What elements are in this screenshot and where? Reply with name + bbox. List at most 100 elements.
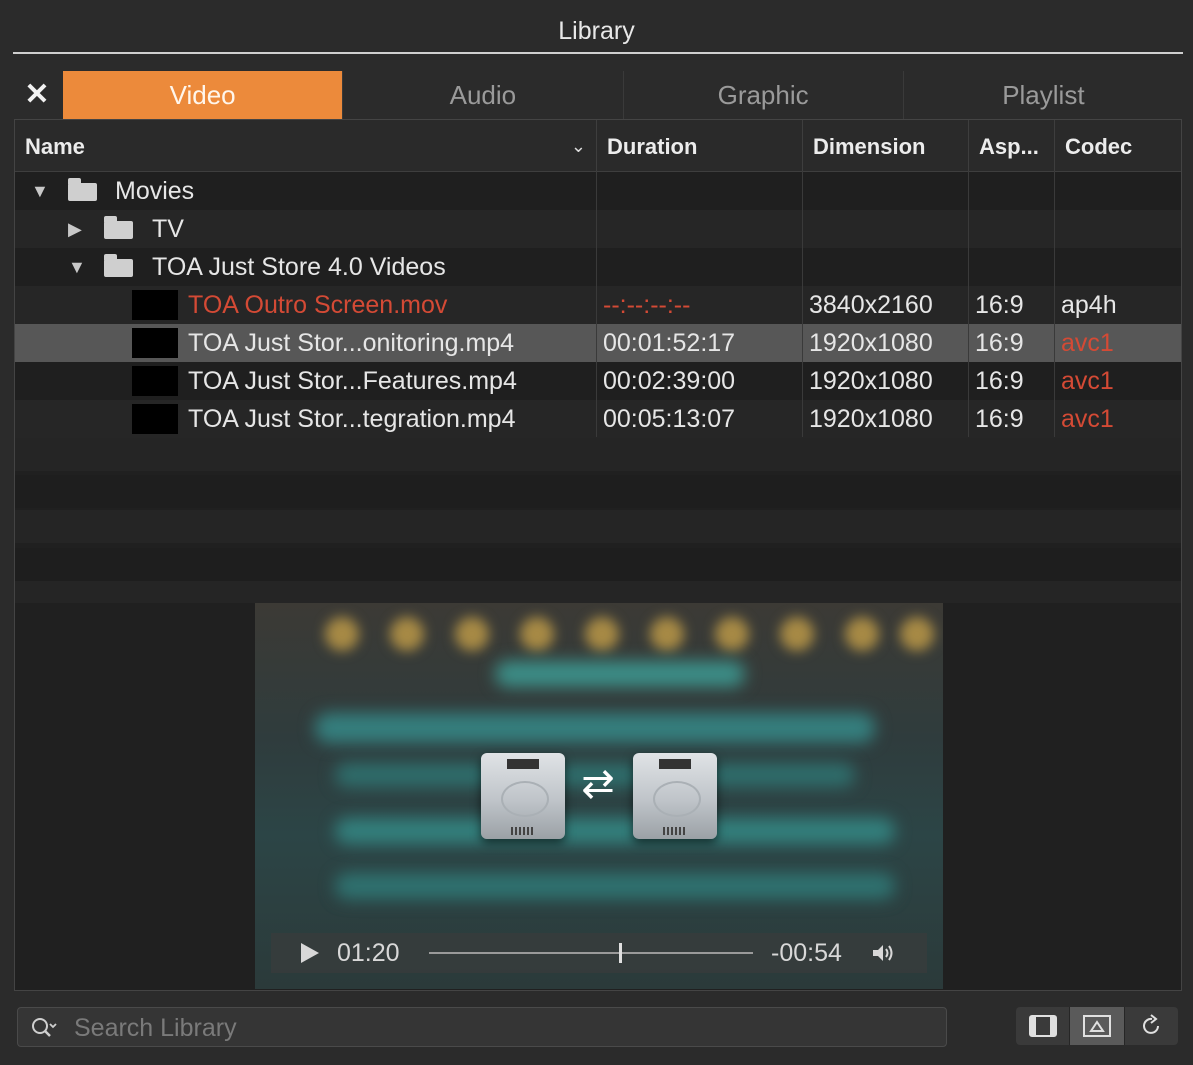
tab-graphic[interactable]: Graphic [622,71,903,119]
file-duration: 00:01:52:17 [603,329,736,357]
file-dimension: 1920x1080 [809,367,933,395]
empty-row [15,548,1181,581]
tree-row-tv[interactable]: ▶ TV [15,210,1181,248]
preview-view-button[interactable] [1069,1007,1124,1045]
disclosure-expanded-icon[interactable]: ▼ [68,248,86,286]
column-header-dimension[interactable]: Dimension [803,120,969,171]
refresh-button[interactable] [1123,1007,1178,1045]
preview-blur [650,617,684,651]
table-header: Name ⌄ Duration Dimension Asp... Codec [15,120,1181,172]
file-aspect: 16:9 [975,291,1024,319]
empty-row [15,510,1181,543]
volume-icon[interactable] [871,943,895,963]
folder-icon [104,254,133,277]
folder-label: TOA Just Store 4.0 Videos [152,253,446,281]
preview-blur [325,617,359,651]
folder-label: TV [152,215,184,243]
preview-blur [455,617,489,651]
folder-label: Movies [115,177,195,205]
chevron-down-icon[interactable]: ⌄ [571,120,586,173]
preview-blur [495,661,745,687]
preview-blur [335,873,895,899]
video-thumbnail [132,290,178,320]
search-input[interactable] [72,1008,936,1048]
empty-row [15,581,1181,603]
title-divider [13,52,1183,54]
swap-arrows-icon: ⇄ [581,762,615,806]
play-icon[interactable] [301,943,319,963]
close-button[interactable]: ✕ [22,80,52,110]
current-time: 01:20 [337,939,400,967]
column-divider [802,171,803,437]
column-divider [596,171,597,437]
preview-blur [780,617,814,651]
column-divider [1054,171,1055,437]
preview-blur [520,617,554,651]
file-codec: avc1 [1061,367,1114,395]
tab-video[interactable]: Video [63,71,343,119]
file-duration: 00:02:39:00 [603,367,736,395]
scrubber-track[interactable] [429,952,753,954]
video-thumbnail [132,404,178,434]
hard-drive-icon [481,753,565,839]
file-duration: --:--:--:-- [603,291,691,319]
empty-row [15,438,1181,471]
video-thumbnail [132,328,178,358]
file-duration: 00:05:13:07 [603,405,736,433]
file-codec: ap4h [1061,291,1117,319]
preview-blur [585,617,619,651]
column-header-codec[interactable]: Codec [1055,120,1181,171]
preview-blur [715,617,749,651]
preview-blur [390,617,424,651]
folder-icon [68,178,97,201]
refresh-icon [1143,1014,1160,1034]
media-table: Name ⌄ Duration Dimension Asp... Codec ▼… [14,119,1182,991]
empty-row [15,475,1181,508]
column-header-aspect[interactable]: Asp... [969,120,1055,171]
table-row[interactable]: TOA Outro Screen.mov --:--:--:-- 3840x21… [15,286,1181,324]
file-aspect: 16:9 [975,329,1024,357]
file-name: TOA Just Stor...Features.mp4 [188,367,517,395]
scrubber-handle[interactable] [619,943,622,963]
preview-blur [845,617,879,651]
view-mode-toolbar [1016,1007,1178,1045]
file-aspect: 16:9 [975,405,1024,433]
remaining-time: -00:54 [771,939,842,967]
hard-drive-icon [633,753,717,839]
image-preview-icon [1082,1015,1111,1037]
column-header-name[interactable]: Name ⌄ [15,120,597,171]
table-row-selected[interactable]: TOA Just Stor...onitoring.mp4 00:01:52:1… [15,324,1181,362]
file-name: TOA Outro Screen.mov [188,291,448,319]
search-icon[interactable] [30,1016,58,1040]
file-name: TOA Just Stor...tegration.mp4 [188,405,516,433]
column-header-duration[interactable]: Duration [597,120,803,171]
file-dimension: 1920x1080 [809,329,933,357]
tab-audio[interactable]: Audio [342,71,622,119]
window-title: Library [558,17,635,45]
preview-blur [315,713,875,743]
disclosure-expanded-icon[interactable]: ▼ [31,172,49,210]
preview-blur [900,617,934,651]
disclosure-collapsed-icon[interactable]: ▶ [68,210,82,248]
table-row[interactable]: TOA Just Stor...Features.mp4 00:02:39:00… [15,362,1181,400]
file-codec: avc1 [1061,405,1114,433]
file-codec: avc1 [1061,329,1114,357]
table-row[interactable]: TOA Just Stor...tegration.mp4 00:05:13:0… [15,400,1181,438]
folder-icon [104,216,133,239]
library-tabs: Video Audio Graphic Playlist [63,71,1183,119]
column-divider [968,171,969,437]
column-name-label: Name [25,134,85,159]
file-aspect: 16:9 [975,367,1024,395]
file-dimension: 1920x1080 [809,405,933,433]
file-name: TOA Just Stor...onitoring.mp4 [188,329,515,357]
tree-row-movies[interactable]: ▼ Movies [15,172,1181,210]
search-field[interactable] [17,1007,947,1048]
video-preview[interactable]: ⇄ 01:20 -00:54 [255,603,943,989]
tab-playlist[interactable]: Playlist [902,71,1183,119]
preview-blur [335,818,895,844]
video-thumbnail [132,366,178,396]
tree-row-toa-videos[interactable]: ▼ TOA Just Store 4.0 Videos [15,248,1181,286]
filmstrip-view-button[interactable] [1016,1007,1069,1045]
playback-controls: 01:20 -00:54 [271,933,927,973]
file-dimension: 3840x2160 [809,291,933,319]
